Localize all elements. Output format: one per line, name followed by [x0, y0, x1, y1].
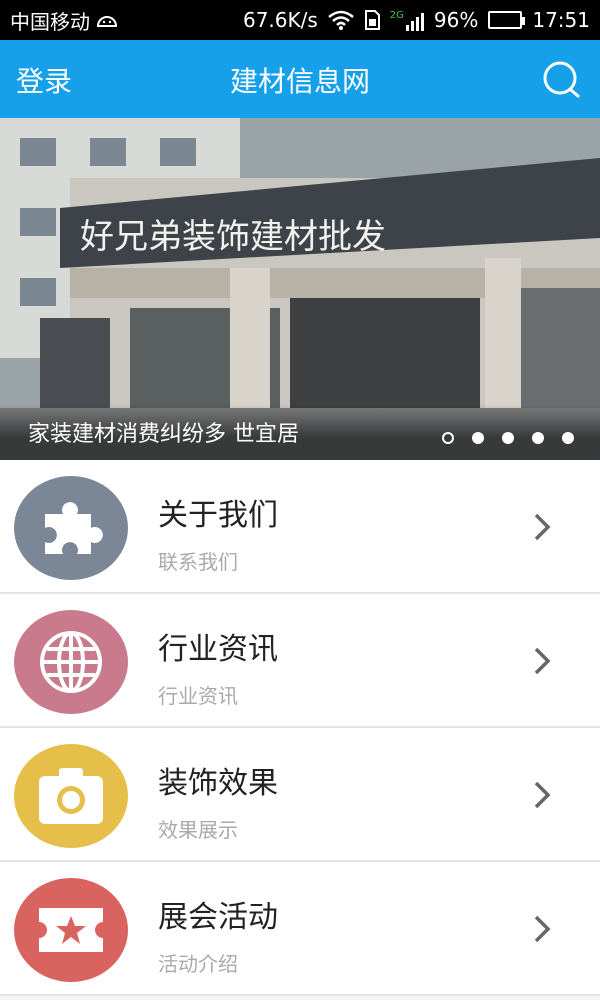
carousel-dot[interactable] [562, 432, 574, 444]
network-type-label: 2G [389, 9, 404, 21]
puzzle-icon [45, 502, 103, 554]
menu-item-subtitle: 效果展示 [158, 818, 238, 842]
battery-icon [488, 11, 526, 29]
menu-list: 关于我们 联系我们 行业资讯 行业资讯 装饰效果 效果展示 展会活动 活动介绍 [0, 460, 600, 996]
menu-item-exhibition-events[interactable]: 展会活动 活动介绍 [0, 862, 600, 996]
page-title: 建材信息网 [229, 65, 370, 98]
menu-item-title: 展会活动 [158, 900, 278, 935]
signal-icon [405, 12, 424, 31]
carousel-dot[interactable] [502, 432, 514, 444]
carousel-dot[interactable] [442, 432, 454, 444]
camera-icon [39, 768, 103, 824]
menu-item-subtitle: 活动介绍 [158, 952, 238, 976]
search-icon[interactable] [540, 58, 584, 102]
android-debug-icon [96, 16, 118, 27]
menu-icon-circle [14, 476, 128, 580]
menu-icon-circle [14, 744, 128, 848]
net-speed: 67.6K/s [242, 8, 318, 32]
chevron-right-icon [534, 647, 551, 675]
menu-icon-circle [14, 878, 128, 982]
sim-icon [364, 10, 380, 30]
chevron-right-icon [534, 513, 551, 541]
chevron-right-icon [534, 915, 551, 943]
carrier-label: 中国移动 [10, 9, 90, 34]
menu-item-industry-news[interactable]: 行业资讯 行业资讯 [0, 594, 600, 728]
menu-item-title: 行业资讯 [158, 632, 278, 667]
chevron-right-icon [534, 781, 551, 809]
app-bar: 登录 建材信息网 [0, 40, 600, 118]
menu-icon-circle [14, 610, 128, 714]
ticket-icon [39, 908, 103, 952]
banner-caption: 家装建材消费纠纷多 世宜居 [28, 422, 299, 447]
menu-item-title: 装饰效果 [158, 766, 278, 801]
menu-item-about-us[interactable]: 关于我们 联系我们 [0, 460, 600, 594]
wifi-icon [327, 10, 354, 30]
store-sign-text: 好兄弟装饰建材批发 [80, 217, 386, 257]
menu-item-subtitle: 行业资讯 [158, 684, 238, 708]
menu-item-subtitle: 联系我们 [158, 550, 238, 574]
status-bar: 中国移动 67.6K/s 2G 96% 17:51 [0, 0, 600, 40]
banner-caption-bar: 家装建材消费纠纷多 世宜居 [0, 404, 600, 460]
battery-percent: 96% [433, 8, 479, 32]
menu-item-title: 关于我们 [158, 498, 278, 533]
clock: 17:51 [532, 8, 590, 32]
carousel-indicator [442, 432, 574, 444]
menu-item-decoration-effects[interactable]: 装饰效果 效果展示 [0, 728, 600, 862]
banner-carousel[interactable]: 好兄弟装饰建材批发 家装建材消费纠纷多 世宜居 [0, 118, 600, 460]
carousel-dot[interactable] [472, 432, 484, 444]
carousel-dot[interactable] [532, 432, 544, 444]
globe-icon [40, 631, 102, 693]
